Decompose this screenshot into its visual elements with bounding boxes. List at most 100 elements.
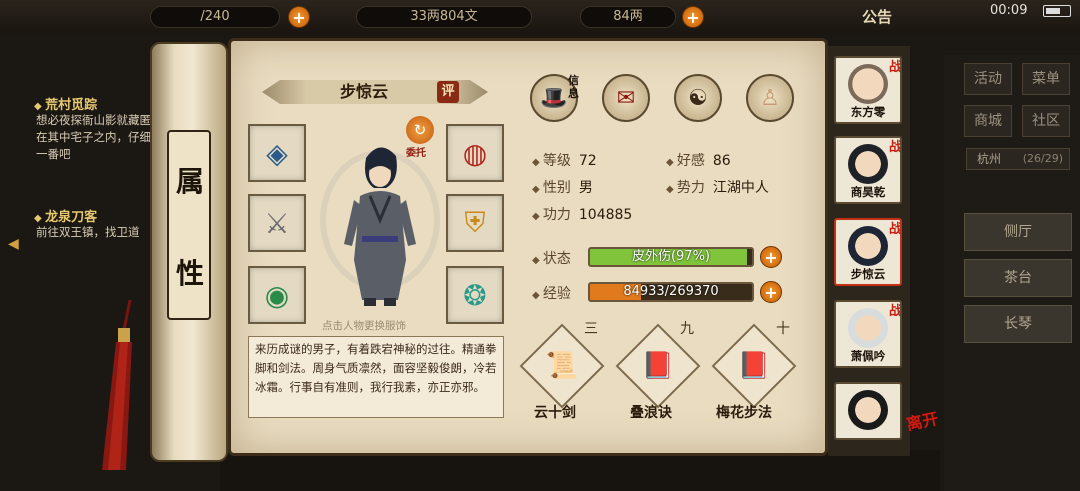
stat-faction: 势力江湖中人	[666, 177, 769, 197]
exp-bar-text: 84933/269370	[623, 284, 719, 299]
skill-name: 梅花步法	[716, 405, 772, 421]
silver-display: 33两804文	[356, 6, 532, 28]
quest-title[interactable]: 龙泉刀客	[34, 206, 97, 225]
stat-gender-label: 性别	[532, 180, 571, 196]
meridian-figure-icon: ♙	[760, 85, 780, 111]
skill-rank: 十	[776, 321, 790, 337]
skill-rank: 三	[584, 321, 598, 337]
equip-slot-accessory[interactable]: ❂	[446, 266, 504, 324]
belt-icon: ◍	[462, 136, 488, 170]
quest-panel: 荒村觅踪 想必夜探衙山影就藏匿在其中宅子之内，仔细一番吧 龙泉刀客 前往双王镇，…	[0, 80, 160, 260]
exp-add-button[interactable]: +	[760, 281, 782, 303]
heal-button[interactable]: +	[760, 246, 782, 268]
equip-slot-ring[interactable]: ◉	[248, 266, 306, 324]
exp-label: 经验	[532, 283, 571, 303]
capacity-display: /240	[150, 6, 280, 28]
character-bio: 来历成谜的男子，有着跌宕神秘的过往。精通拳脚和剑法。周身气质凛然，面容坚毅俊朗，…	[248, 336, 504, 418]
gold-display: 84两	[580, 6, 676, 28]
armor-icon: ⛨	[464, 206, 486, 239]
city-indicator[interactable]: 杭州 (26/29)	[966, 148, 1070, 170]
community-button[interactable]: 社区	[1022, 105, 1070, 137]
panel-title-glyph: 属	[176, 165, 205, 198]
menu-button[interactable]: 菜单	[1022, 63, 1070, 95]
equip-slot-gloves[interactable]: ◈	[248, 124, 306, 182]
exp-bar: 84933/269370	[588, 282, 754, 302]
status-bar-text: 皮外伤(97%)	[631, 249, 711, 264]
tab-relations[interactable]: ✉	[602, 74, 650, 122]
stat-level: 等级 72	[532, 150, 597, 170]
leave-button[interactable]: 离开	[904, 405, 940, 435]
equip-slot-belt[interactable]: ◍	[446, 124, 504, 182]
capacity-text: /240	[200, 9, 230, 24]
party-member-card[interactable]	[834, 382, 902, 440]
capacity-add-button[interactable]: +	[288, 6, 310, 28]
avatar	[848, 64, 888, 104]
stat-level-value: 72	[578, 153, 597, 169]
stat-power-label: 功力	[532, 207, 571, 223]
city-count: (26/29)	[1022, 152, 1063, 165]
dart-icon: ⚔	[264, 206, 290, 240]
ring-icon: ◉	[264, 278, 290, 312]
battery-icon	[1043, 5, 1071, 17]
book-icon: 📕	[641, 351, 675, 381]
party-member-card[interactable]: 东方零 战	[834, 56, 902, 124]
character-name: 步惊云	[340, 82, 389, 101]
stat-favor: 好感 86	[666, 150, 731, 170]
party-member-name: 东方零	[850, 105, 886, 119]
jade-pendant-icon: ❂	[463, 278, 487, 312]
tassel-icon	[102, 300, 132, 470]
clock: 00:09	[990, 3, 1028, 18]
equip-slot-armor[interactable]: ⛨	[446, 194, 504, 252]
gold-add-button[interactable]: +	[682, 6, 704, 28]
stat-power: 功力 104885	[532, 204, 632, 224]
straw-hat-icon: 🎩	[540, 85, 568, 111]
city-name: 杭州	[977, 152, 1002, 166]
stat-favor-label: 好感	[666, 153, 705, 169]
tab-meridians[interactable]: ♙	[746, 74, 794, 122]
battle-badge: 战	[888, 222, 902, 237]
avatar	[848, 308, 888, 348]
location-button[interactable]: 长琴	[964, 305, 1072, 343]
location-button[interactable]: 茶台	[964, 259, 1072, 297]
equip-slot-weapon[interactable]: ⚔	[248, 194, 306, 252]
review-button[interactable]: 评	[437, 81, 459, 103]
status-label: 状态	[532, 248, 571, 268]
party-member-card[interactable]: 萧佩吟 战	[834, 300, 902, 368]
avatar	[848, 390, 888, 430]
stat-faction-value: 江湖中人	[712, 180, 769, 196]
shop-button[interactable]: 商城	[964, 105, 1012, 137]
skill-rank: 九	[680, 321, 694, 337]
bracer-icon: ◈	[266, 136, 288, 170]
stat-gender-value: 男	[578, 180, 593, 196]
quest-desc: 前往双王镇，找卫道	[36, 225, 140, 239]
character-portrait[interactable]	[340, 140, 420, 310]
tab-bagua[interactable]: ☯	[674, 74, 722, 122]
book-icon: 📕	[737, 351, 771, 381]
location-button[interactable]: 侧厅	[964, 213, 1072, 251]
chevron-left-icon[interactable]: ◀	[8, 236, 19, 252]
stat-gender: 性别男	[532, 177, 593, 197]
avatar	[848, 144, 888, 184]
silver-text: 33两804文	[410, 9, 478, 24]
skill-name: 叠浪诀	[630, 405, 672, 421]
stat-power-value: 104885	[578, 207, 633, 223]
skill-name: 云十剑	[534, 405, 576, 421]
party-member-card[interactable]: 步惊云 战	[834, 218, 902, 286]
avatar	[848, 226, 888, 266]
party-member-card[interactable]: 商昊乾 战	[834, 136, 902, 204]
quest-desc: 想必夜探衙山影就藏匿在其中宅子之内，仔细一番吧	[36, 113, 151, 161]
party-member-name: 步惊云	[850, 267, 886, 281]
tab-info-label[interactable]: 信息	[568, 74, 584, 100]
bottom-nav-bar	[220, 450, 940, 491]
side-menu: 活动 菜单 商城 社区 侧厅 茶台 长琴	[944, 55, 1080, 491]
party-member-name: 商昊乾	[850, 185, 886, 199]
stat-faction-label: 势力	[666, 180, 705, 196]
gold-text: 84两	[613, 9, 643, 24]
battle-badge: 战	[888, 140, 902, 155]
portrait-hint: 点击人物更换服饰	[322, 320, 406, 332]
quest-title[interactable]: 荒村觅踪	[34, 94, 97, 113]
stat-favor-value: 86	[712, 153, 731, 169]
activity-button[interactable]: 活动	[964, 63, 1012, 95]
notice-button[interactable]: 公告	[862, 6, 892, 27]
status-bar: 皮外伤(97%)	[588, 247, 754, 267]
